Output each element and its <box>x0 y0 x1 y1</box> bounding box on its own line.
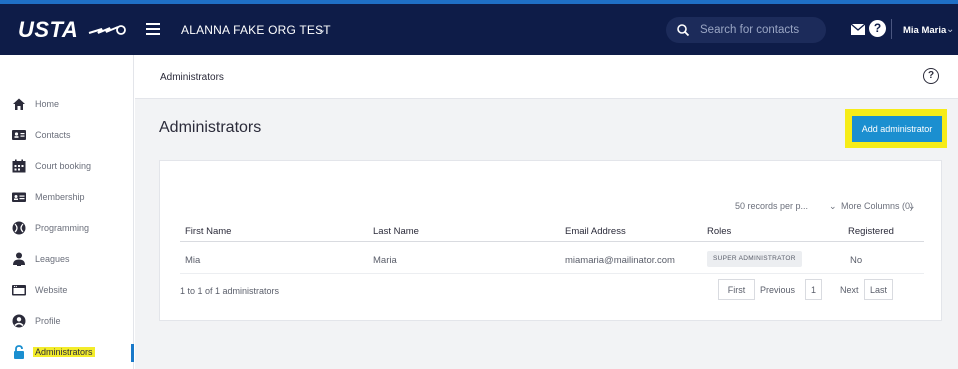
sidebar-item-court-booking[interactable]: Court booking <box>0 153 134 181</box>
logo-swoosh-icon <box>88 25 126 35</box>
sidebar-item-label: Administrators <box>33 347 95 357</box>
sidebar-item-profile[interactable]: Profile <box>0 308 134 336</box>
records-per-page-select[interactable]: 50 records per p... <box>735 201 808 211</box>
tennis-ball-icon <box>12 221 26 235</box>
divider <box>180 241 924 242</box>
menu-icon[interactable] <box>146 23 160 35</box>
contacts-icon <box>12 130 26 140</box>
help-icon[interactable]: ? <box>923 68 939 84</box>
search-box[interactable] <box>666 17 826 43</box>
lock-icon <box>14 345 24 359</box>
chevron-down-icon[interactable]: ⌄ <box>317 23 326 36</box>
column-header-roles[interactable]: Roles <box>707 226 731 237</box>
divider <box>891 19 892 39</box>
active-indicator <box>131 344 134 362</box>
search-input[interactable] <box>700 17 820 43</box>
membership-card-icon <box>12 192 26 202</box>
calendar-icon <box>12 159 26 173</box>
sidebar-item-programming[interactable]: Programming <box>0 215 134 243</box>
search-icon <box>677 24 690 37</box>
mail-icon[interactable] <box>851 24 865 35</box>
sidebar-item-label: Profile <box>35 316 61 326</box>
sidebar-item-label: Court booking <box>35 161 92 171</box>
user-menu[interactable]: Mia Maria <box>903 25 946 36</box>
column-header-first-name[interactable]: First Name <box>185 226 231 237</box>
breadcrumb: Administrators <box>160 72 224 83</box>
sidebar-item-label: Programming <box>35 223 90 233</box>
sidebar-item-membership[interactable]: Membership <box>0 184 134 212</box>
role-badge: SUPER ADMINISTRATOR <box>707 251 802 267</box>
sidebar-item-label: Leagues <box>35 254 70 264</box>
first-page-button[interactable]: First <box>718 279 755 300</box>
add-administrator-button[interactable]: Add administrator <box>852 116 942 142</box>
website-icon <box>12 285 26 296</box>
next-page-button[interactable]: Next <box>840 285 859 295</box>
logo-text: USTA <box>18 17 79 42</box>
page-1-button[interactable]: 1 <box>805 279 822 300</box>
profile-icon <box>12 314 26 328</box>
chevron-down-icon[interactable]: ⌄ <box>829 201 837 212</box>
last-page-button[interactable]: Last <box>864 279 893 300</box>
leagues-icon <box>13 252 25 266</box>
help-icon[interactable]: ? <box>869 20 886 37</box>
breadcrumb-bar: Administrators ? <box>135 55 958 99</box>
page-title: Administrators <box>159 119 262 136</box>
sidebar-item-label: Website <box>35 285 68 295</box>
more-columns-select[interactable]: More Columns (0) <box>841 201 913 211</box>
divider <box>180 273 924 274</box>
sidebar-item-administrators[interactable]: Administrators <box>0 339 134 367</box>
sidebar-item-home[interactable]: Home <box>0 91 134 119</box>
usta-logo[interactable]: USTA <box>0 4 134 55</box>
top-navigation-bar: USTA ALANNA FAKE ORG TEST ⌄ ? Mia Maria … <box>0 0 958 55</box>
sidebar-item-leagues[interactable]: Leagues <box>0 246 134 274</box>
sidebar-item-label: Membership <box>35 192 85 202</box>
cell-first-name[interactable]: Mia <box>185 255 200 266</box>
column-header-registered[interactable]: Registered <box>848 226 894 237</box>
sidebar-item-contacts[interactable]: Contacts <box>0 122 134 150</box>
sidebar-item-label: Home <box>35 99 60 109</box>
chevron-down-icon[interactable]: ⌄ <box>908 201 916 212</box>
sidebar: Home Contacts Court booking Membership P… <box>0 55 134 369</box>
chevron-down-icon[interactable]: ⌄ <box>946 24 954 35</box>
org-selector[interactable]: ALANNA FAKE ORG TEST <box>181 23 331 37</box>
home-icon <box>13 98 25 110</box>
column-header-email[interactable]: Email Address <box>565 226 626 237</box>
main-content: Administrators ? Administrators Add admi… <box>135 55 958 369</box>
results-count: 1 to 1 of 1 administrators <box>180 286 280 296</box>
sidebar-item-label: Contacts <box>35 130 71 140</box>
column-header-last-name[interactable]: Last Name <box>373 226 419 237</box>
sidebar-item-website[interactable]: Website <box>0 277 134 305</box>
cell-registered: No <box>850 255 863 266</box>
cell-email: miamaria@mailinator.com <box>565 255 675 266</box>
cell-last-name: Maria <box>373 255 397 266</box>
previous-page-button[interactable]: Previous <box>760 285 795 295</box>
administrators-table-card: 50 records per p... ⌄ More Columns (0) ⌄… <box>159 160 942 321</box>
